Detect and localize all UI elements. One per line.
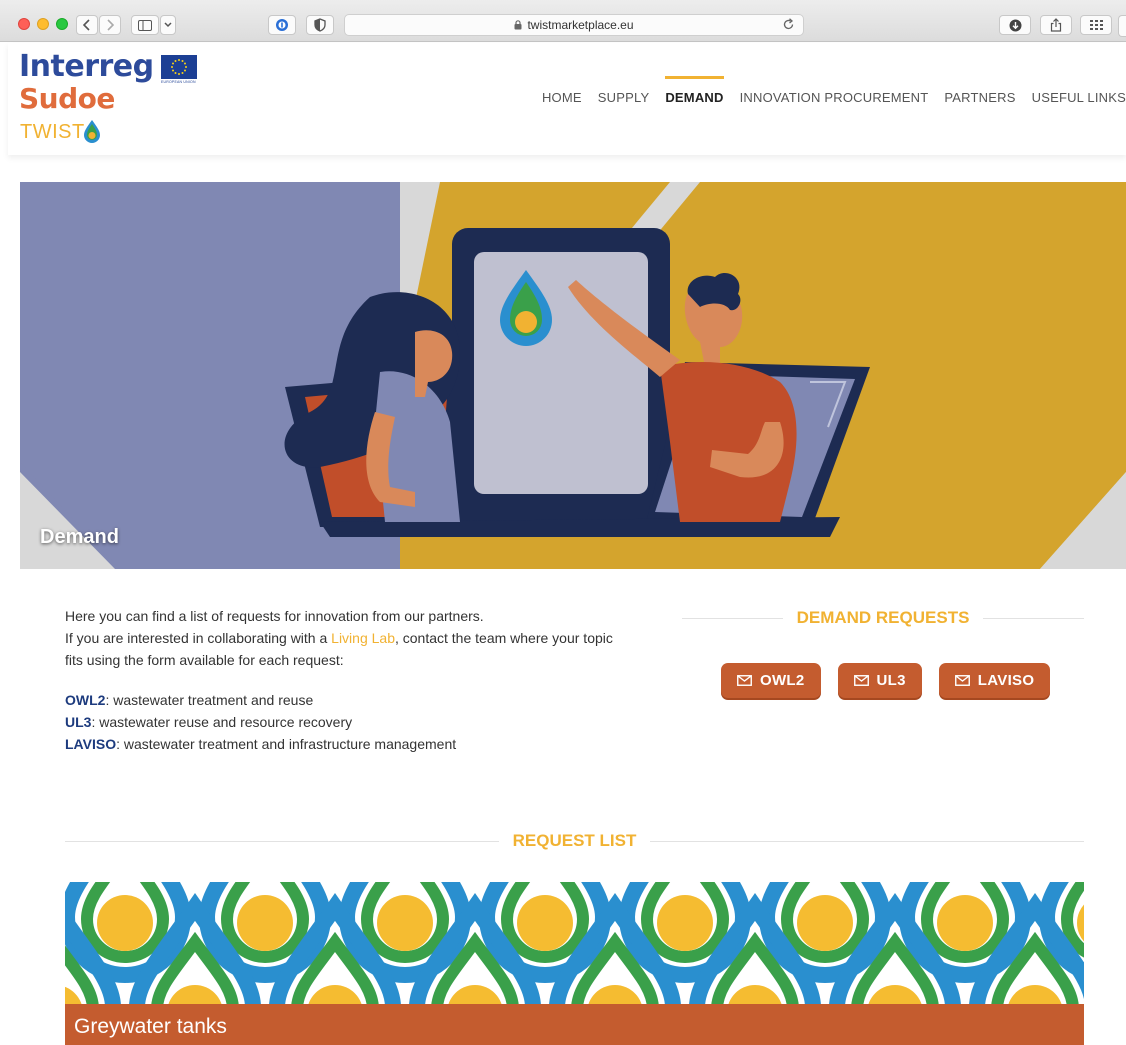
sidebar-icon (138, 19, 152, 31)
request-ul3-label: UL3 (876, 672, 906, 689)
request-ul3-button[interactable]: UL3 (837, 663, 922, 698)
envelope-icon (737, 675, 752, 686)
chevron-down-icon (164, 22, 172, 28)
hero-banner: Demand (20, 182, 1126, 569)
sudoe-logo[interactable]: Sudoe (19, 82, 115, 115)
sidebar-menu-button[interactable] (160, 15, 176, 35)
demand-request-buttons: OWL2 UL3 LAVISO (721, 663, 1051, 698)
address-bar[interactable]: twistmarketplace.eu (344, 14, 804, 36)
password-manager-icon (276, 19, 288, 31)
share-icon (1050, 18, 1062, 32)
lab-name: OWL2 (65, 692, 106, 708)
envelope-icon (853, 675, 869, 686)
twist-logo[interactable]: TWIST (20, 121, 85, 144)
demand-requests-heading: DEMAND REQUESTS (682, 608, 1085, 628)
request-list-title: REQUEST LIST (512, 831, 637, 850)
lab-name: LAVISO (65, 736, 117, 752)
envelope-icon (954, 675, 970, 686)
back-button[interactable] (76, 15, 98, 35)
eu-caption: EUROPEAN UNION (161, 80, 196, 84)
downloads-button[interactable] (999, 15, 1031, 35)
chevron-right-icon (107, 19, 114, 31)
sidebar-toggle-button[interactable] (131, 15, 159, 35)
request-card-title[interactable]: Greywater tanks (65, 1004, 1084, 1045)
browser-toolbar: twistmarketplace.eu (0, 0, 1126, 42)
minimize-window-button[interactable] (37, 18, 49, 30)
reload-icon[interactable] (782, 18, 795, 31)
chevron-left-icon (83, 19, 90, 31)
intro-line-2: If you are interested in collaborating w… (65, 627, 625, 671)
demand-requests-title: DEMAND REQUESTS (796, 608, 970, 627)
nav-useful-links[interactable]: USEFUL LINKS (1032, 90, 1126, 105)
forward-button[interactable] (99, 15, 121, 35)
lab-item-owl2: OWL2: wastewater treatment and reuse (65, 689, 625, 711)
hero-title: Demand (40, 526, 119, 548)
lab-desc: : wastewater reuse and resource recovery (91, 714, 353, 730)
lab-item-laviso: LAVISO: wastewater treatment and infrast… (65, 733, 625, 755)
password-extension-button[interactable] (268, 15, 296, 35)
intro-line-1: Here you can find a list of requests for… (65, 608, 484, 624)
intro-line-2-pre: If you are interested in collaborating w… (65, 630, 332, 646)
nav-partners[interactable]: PARTNERS (944, 90, 1015, 105)
share-button[interactable] (1040, 15, 1072, 35)
nav-home[interactable]: HOME (542, 90, 582, 105)
nav-demand[interactable]: DEMAND (665, 76, 724, 105)
twist-drop-icon (84, 120, 100, 143)
request-laviso-button[interactable]: LAVISO (938, 663, 1051, 698)
grid-icon (1089, 20, 1103, 30)
interreg-logo[interactable]: Interreg (19, 49, 154, 84)
hero-illustration (20, 182, 1126, 569)
lab-desc: : wastewater treatment and infrastructur… (116, 736, 457, 752)
nav-supply[interactable]: SUPPLY (598, 90, 650, 105)
lock-icon (514, 20, 522, 30)
request-owl2-button[interactable]: OWL2 (721, 663, 821, 698)
request-laviso-label: LAVISO (977, 672, 1035, 689)
lab-name: UL3 (65, 714, 92, 730)
overflow-button[interactable] (1118, 15, 1126, 37)
zoom-window-button[interactable] (56, 18, 68, 30)
tab-overview-button[interactable] (1080, 15, 1112, 35)
close-window-button[interactable] (18, 18, 30, 30)
intro-text: Here you can find a list of requests for… (65, 605, 625, 755)
request-list-heading: REQUEST LIST (65, 831, 1085, 851)
lab-item-ul3: UL3: wastewater reuse and resource recov… (65, 711, 625, 733)
lab-desc: : wastewater treatment and reuse (105, 692, 314, 708)
privacy-shield-button[interactable] (306, 15, 334, 35)
download-icon (1009, 19, 1021, 31)
request-owl2-label: OWL2 (760, 672, 805, 689)
site-header: Interreg EUROPEAN UNION Sudoe TWIST HOME… (8, 43, 1126, 155)
shield-icon (314, 18, 326, 32)
living-lab-link[interactable]: Living Lab (331, 630, 395, 646)
address-text: twistmarketplace.eu (527, 18, 634, 32)
main-nav: HOME SUPPLY DEMAND INNOVATION PROCUREMEN… (542, 76, 1126, 105)
eu-flag-icon (161, 55, 197, 79)
request-card[interactable]: Greywater tanks (65, 882, 1084, 1045)
nav-innovation-procurement[interactable]: INNOVATION PROCUREMENT (740, 90, 929, 105)
